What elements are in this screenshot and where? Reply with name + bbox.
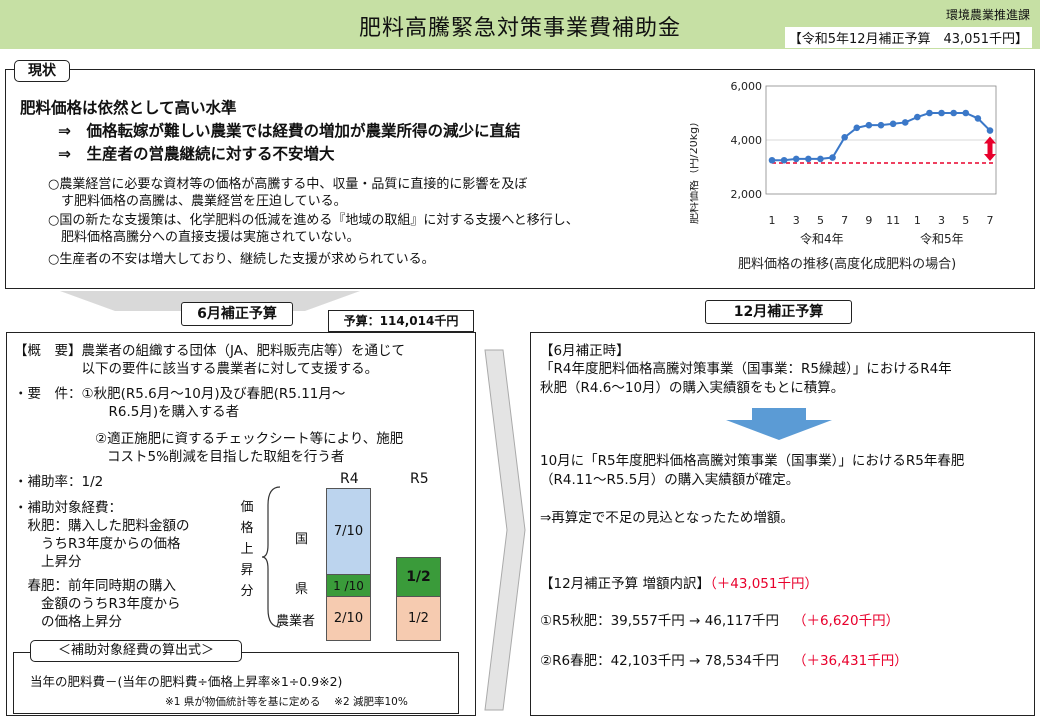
chart-xtick-label: 1 xyxy=(914,214,921,227)
status-bullet: ○生産者の不安は増大しており、継続した支援が求められている。 xyxy=(48,252,435,267)
row-pref: 県 xyxy=(295,582,309,597)
chart-point xyxy=(914,113,921,121)
formula-text: 当年の肥料費－(当年の肥料費÷価格上昇率※1÷0.9※2) xyxy=(30,674,343,689)
chart-xtick-label: 1 xyxy=(769,214,776,227)
year-label-r4: 令和4年 xyxy=(800,231,844,246)
chart-point xyxy=(974,115,982,122)
costs-text: 春肥：前年同時期の購入 xyxy=(14,578,176,594)
department-label: 環境農業推進課 xyxy=(945,8,1030,22)
chart-point xyxy=(877,121,885,129)
chart-point xyxy=(829,154,836,161)
chart-title: 肥料価格の推移(高度化成肥料の場合) xyxy=(738,256,956,272)
cell-national: 7/10 xyxy=(326,488,371,575)
status-bullet: す肥料価格の高騰は、農業経営を圧迫している。 xyxy=(48,194,347,209)
chart-ytick-label: 6,000 xyxy=(731,80,763,93)
formula-note: ※1 県が物価統計等を基に定める ※2 減肥率10% xyxy=(165,696,408,708)
costs-text: ・補助対象経費： xyxy=(14,500,122,516)
costs-text: 秋肥：購入した肥料金額の xyxy=(14,518,190,534)
dec-text: 10月に「R5年度肥料価格高騰対策事業（国事業）」におけるR5年春肥 xyxy=(540,453,965,469)
status-sub1: ⇒ 価格転嫁が難しい農業では経費の増加が農業所得の減少に直結 xyxy=(58,122,521,140)
cell-pref-r5: 1/2 xyxy=(396,557,441,597)
breakdown-line1-text: ①R5秋肥：39,557千円 → 46,117千円 xyxy=(540,613,779,629)
june-budget: 予算：114,014千円 xyxy=(328,310,474,332)
chart-point xyxy=(780,156,788,164)
formula-heading: ＜補助対象経費の算出式＞ xyxy=(30,640,242,662)
dec-text: （R4.11～R5.5月）の購入実績額が確定。 xyxy=(540,472,800,488)
requirement-text: ・要 件：①秋肥(R5.6月～10月)及び春肥(R5.11月～ xyxy=(14,386,346,402)
chart-point xyxy=(962,109,970,117)
chart-point xyxy=(792,155,800,163)
status-headline: 肥料価格は依然として高い水準 xyxy=(20,99,237,117)
breakdown-title: 【12月補正予算 増額内訳】（＋43,051千円） xyxy=(540,575,818,593)
chart-point xyxy=(938,109,945,117)
chart-point xyxy=(853,124,861,132)
status-bullet: ○農業経営に必要な資材等の価格が高騰する中、収量・品質に直接的に影響を及ぼ xyxy=(48,177,528,192)
col-r5: R5 xyxy=(410,471,429,487)
chart-point xyxy=(805,155,812,163)
dec-text: 「R4年度肥料価格高騰対策事業（国事業：R5繰越）」におけるR4年 xyxy=(540,361,952,377)
dec-text: 【6月補正時】 xyxy=(540,343,630,359)
chart-point xyxy=(768,156,776,164)
chart-xtick-label: 7 xyxy=(987,214,994,227)
dec-text: ⇒再算定で不足の見込となったため増額。 xyxy=(540,510,794,526)
breakdown-line2-diff: （＋36,431千円） xyxy=(792,653,908,669)
breakdown-line1-diff: （＋6,620千円） xyxy=(792,613,900,629)
chart-point xyxy=(865,121,873,129)
breakdown-title-text: 【12月補正予算 増額内訳】 xyxy=(540,576,710,592)
chart-point xyxy=(986,127,994,134)
chart-ylabel: 肥料価格（円/20kg） xyxy=(690,116,700,224)
right-arrow-icon xyxy=(484,349,526,711)
rate-text: ・補助率：1/2 xyxy=(14,474,104,490)
overview-text: 【概 要】農業者の組織する団体（JA、肥料販売店等）を通じて xyxy=(14,343,405,359)
dec-text: 秋肥（R4.6～10月）の購入実績額をもとに積算。 xyxy=(540,380,845,396)
overview-text: 以下の要件に該当する農業者に対して支援する。 xyxy=(14,361,379,377)
chart-ytick-label: 4,000 xyxy=(731,134,763,147)
december-heading: 12月補正予算 xyxy=(705,300,852,324)
requirement-text: R6.5月)を購入する者 xyxy=(14,404,240,420)
cell-farmer: 2/10 xyxy=(326,596,371,641)
chart-point xyxy=(841,134,848,141)
brace-icon xyxy=(261,486,281,628)
row-national: 国 xyxy=(295,532,309,547)
chart-point xyxy=(817,155,824,163)
chart-ytick-label: 2,000 xyxy=(731,188,763,201)
status-sub2: ⇒ 生産者の営農継続に対する不安増大 xyxy=(58,145,335,163)
chart-xtick-label: 3 xyxy=(938,214,945,227)
breakdown-line2: ②R6春肥：42,103千円 → 78,534千円 （＋36,431千円） xyxy=(540,652,908,670)
cell-pref: 1 /10 xyxy=(326,574,371,597)
requirement-text: ②適正施肥に資するチェックシート等により、施肥 xyxy=(95,431,404,447)
row-farmer: 農業者 xyxy=(276,614,316,629)
status-bullet: ○国の新たな支援策は、化学肥料の低減を進める『地域の取組』に対する支援へと移行し… xyxy=(48,213,579,228)
col-r4: R4 xyxy=(340,471,359,487)
costs-text: 上昇分 xyxy=(14,554,82,570)
june-heading: 6月補正予算 xyxy=(181,302,293,326)
chart-xtick-label: 7 xyxy=(841,214,848,227)
chart-xtick-label: 9 xyxy=(865,214,872,227)
chart-xtick-label: 3 xyxy=(793,214,800,227)
breakdown-total: （＋43,051千円） xyxy=(709,576,818,592)
costs-text: うちR3年度からの価格 xyxy=(14,536,181,552)
vertical-label: 価格上昇分 xyxy=(240,500,254,599)
breakdown-line2-text: ②R6春肥：42,103千円 → 78,534千円 xyxy=(540,653,779,669)
chart-xtick-label: 5 xyxy=(817,214,824,227)
breakdown-line1: ①R5秋肥：39,557千円 → 46,117千円 （＋6,620千円） xyxy=(540,612,899,630)
chart-point xyxy=(901,119,909,126)
down-arrow-icon xyxy=(726,408,832,440)
series-line xyxy=(772,112,991,162)
requirement-text: コスト5%削減を目指した取組を行う者 xyxy=(107,449,345,465)
price-chart: 6,0004,0002,000 肥料価格（円/20kg） 1 3 5 7 9 11 1 3 5 7… xyxy=(690,80,997,272)
chart-point xyxy=(889,120,897,128)
costs-text: の価格上昇分 xyxy=(14,614,122,630)
chart-point xyxy=(926,109,933,117)
chart-xtick-label: 5 xyxy=(962,214,969,227)
chart-xtick-label: 11 xyxy=(886,214,900,227)
status-heading: 現状 xyxy=(14,60,70,82)
status-bullet: 肥料価格高騰分への直接支援は実施されていない。 xyxy=(48,230,360,245)
cell-farmer-r5: 1/2 xyxy=(396,596,441,641)
chart-point xyxy=(950,109,957,117)
year-label-r5: 令和5年 xyxy=(920,231,964,246)
budget-label: 【令和5年12月補正予算 43,051千円】 xyxy=(784,27,1032,48)
costs-text: 金額のうちR3年度から xyxy=(14,596,181,612)
